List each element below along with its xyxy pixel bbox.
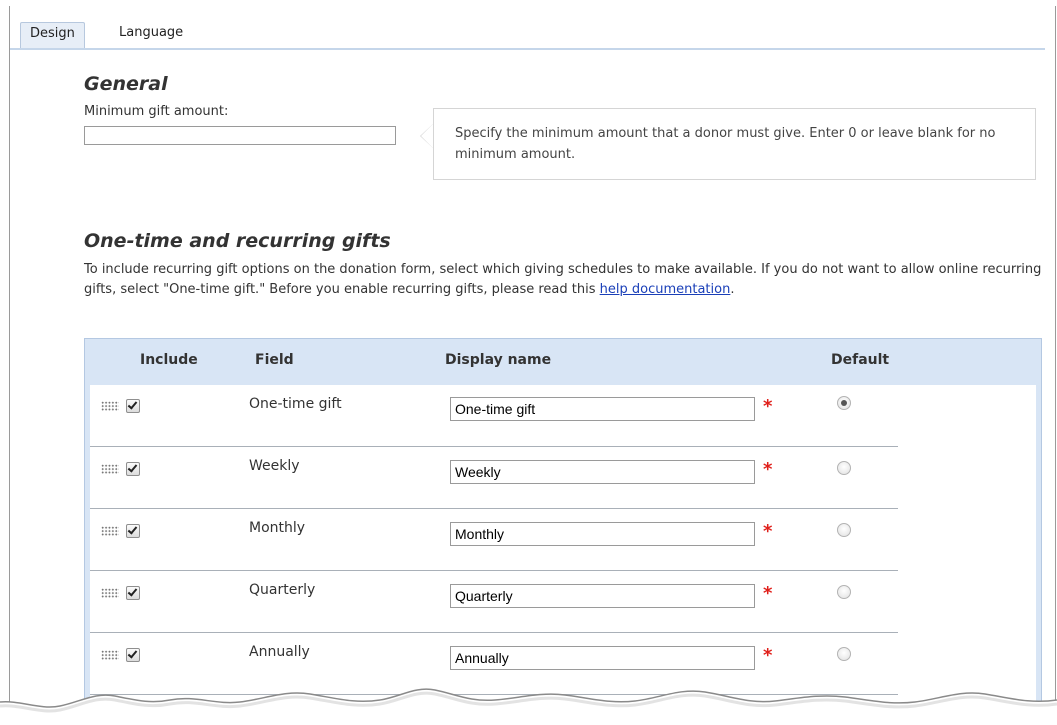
drag-handle-icon[interactable] (101, 650, 119, 660)
default-radio[interactable] (837, 523, 851, 537)
required-marker: * (763, 521, 773, 542)
table-row: Quarterly * (90, 571, 1036, 633)
include-checkbox[interactable] (126, 399, 140, 413)
gifts-intro-end: . (730, 282, 735, 297)
display-name-input[interactable] (450, 397, 755, 421)
drag-handle-icon[interactable] (101, 401, 119, 411)
table-body: One-time gift * Weekly * Monthly * (90, 385, 1036, 725)
column-header-display-name: Display name (445, 352, 552, 368)
field-name: Quarterly (249, 582, 316, 598)
tab-language[interactable]: Language (110, 22, 192, 47)
field-name: One-time gift (249, 396, 342, 412)
display-name-input[interactable] (450, 646, 755, 670)
help-callout: Specify the minimum amount that a donor … (433, 108, 1036, 180)
field-name: Annually (249, 644, 310, 660)
display-name-input[interactable] (450, 584, 755, 608)
required-marker: * (763, 459, 773, 480)
table-row: Monthly * (90, 509, 1036, 571)
help-callout-text: Specify the minimum amount that a donor … (455, 126, 996, 162)
drag-handle-icon[interactable] (101, 526, 119, 536)
required-marker: * (763, 645, 773, 666)
column-header-field: Field (255, 352, 294, 368)
required-marker: * (763, 396, 773, 417)
field-name: Weekly (249, 458, 300, 474)
table-row: One-time gift * (90, 385, 1036, 447)
help-documentation-link[interactable]: help documentation (600, 282, 731, 297)
include-checkbox[interactable] (126, 648, 140, 662)
minimum-gift-input[interactable] (84, 126, 396, 145)
table-header: Include Field Display name Default (85, 339, 1041, 385)
torn-paper-edge (0, 688, 1057, 724)
gifts-intro-text: To include recurring gift options on the… (84, 262, 1042, 297)
general-heading: General (84, 73, 168, 95)
default-radio[interactable] (837, 461, 851, 475)
required-marker: * (763, 583, 773, 604)
display-name-input[interactable] (450, 460, 755, 484)
gifts-intro: To include recurring gift options on the… (84, 260, 1044, 300)
include-checkbox[interactable] (126, 462, 140, 476)
field-name: Monthly (249, 520, 306, 536)
column-header-include: Include (140, 352, 198, 368)
minimum-gift-label: Minimum gift amount: (84, 104, 229, 119)
tab-bar: Design Language (10, 22, 1045, 50)
column-header-default: Default (831, 352, 890, 368)
include-checkbox[interactable] (126, 524, 140, 538)
drag-handle-icon[interactable] (101, 588, 119, 598)
include-checkbox[interactable] (126, 586, 140, 600)
gifts-heading: One-time and recurring gifts (84, 230, 391, 252)
default-radio[interactable] (837, 396, 851, 410)
tab-design[interactable]: Design (20, 22, 85, 48)
drag-handle-icon[interactable] (101, 464, 119, 474)
display-name-input[interactable] (450, 522, 755, 546)
default-radio[interactable] (837, 647, 851, 661)
default-radio[interactable] (837, 585, 851, 599)
gift-schedule-table: Include Field Display name Default One-t… (84, 338, 1042, 725)
table-row: Weekly * (90, 447, 1036, 509)
